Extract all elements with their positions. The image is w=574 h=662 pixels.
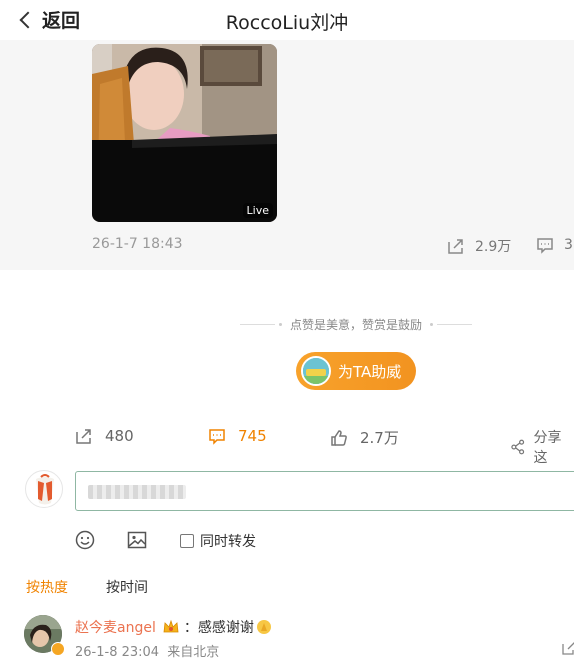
reward-slogan: 点赞是美意，赞赏是鼓励 (240, 316, 472, 333)
also-repost-checkbox[interactable]: 同时转发 (180, 531, 256, 551)
emoji-icon (75, 530, 95, 550)
forward-icon (448, 239, 463, 254)
comment-icon (537, 238, 553, 254)
comment-count: 745 (238, 427, 267, 445)
share-button[interactable]: 分享这 (510, 427, 574, 467)
repost-forward-button[interactable]: 2.9万 (447, 236, 511, 256)
my-avatar[interactable] (25, 470, 63, 508)
reward-button[interactable]: 为TA助威 (296, 352, 416, 390)
comment-time: 26-1-8 23:04 (75, 645, 160, 660)
photo-image (92, 44, 277, 222)
reward-button-label: 为TA助威 (338, 362, 402, 381)
checkbox-box[interactable] (180, 534, 194, 548)
tab-by-time[interactable]: 按时间 (106, 577, 148, 597)
like-count: 2.7万 (360, 429, 399, 447)
image-icon (127, 531, 147, 549)
share-icon (511, 439, 525, 455)
reward-avatar (301, 356, 331, 386)
comment-source: 来自北京 (167, 645, 220, 660)
comment-text: ：感感谢谢 (183, 620, 254, 636)
divider (436, 324, 472, 325)
reposted-post: Live 26-1-7 18:43 2.9万 3 (0, 40, 574, 270)
blurred-placeholder (88, 485, 186, 499)
comment-reply-button[interactable] (562, 640, 574, 659)
repost-timestamp: 26-1-7 18:43 (92, 236, 183, 252)
thumbs-up-icon (331, 429, 347, 446)
comment-username[interactable]: 赵今麦angel (75, 617, 156, 637)
share-label: 分享这 (533, 430, 562, 466)
comment-button[interactable]: 745 (208, 427, 267, 445)
also-repost-label: 同时转发 (200, 534, 256, 550)
forward-count: 480 (105, 427, 134, 445)
comment-icon (209, 429, 225, 445)
like-button[interactable]: 2.7万 (330, 427, 399, 448)
repost-comment-count: 3 (564, 237, 573, 253)
post-live-photo[interactable]: Live (92, 44, 277, 222)
tab-by-popularity[interactable]: 按热度 (26, 577, 68, 597)
page-title: RoccoLiu刘冲 (225, 12, 349, 34)
divider (240, 324, 276, 325)
forward-button[interactable]: 480 (75, 427, 134, 445)
verified-badge-icon (51, 642, 65, 656)
live-badge: Live (242, 203, 273, 218)
comment-meta: 26-1-8 23:04 来自北京 (75, 641, 219, 660)
top-bar: 返回 RoccoLiu刘冲 (0, 0, 574, 40)
divider-dot (430, 323, 433, 326)
praying-emoji-icon (256, 620, 271, 634)
emoji-button[interactable] (75, 530, 95, 554)
comment-line: 赵今麦angel ：感感谢谢 (75, 617, 272, 637)
reply-icon (562, 642, 574, 655)
forward-icon (76, 429, 91, 444)
repost-comment-button[interactable]: 3 (536, 236, 573, 254)
crown-icon (163, 619, 179, 633)
image-button[interactable] (127, 530, 147, 554)
comment-input[interactable] (75, 471, 574, 511)
divider-dot (279, 323, 282, 326)
reward-slogan-text: 点赞是美意，赞赏是鼓励 (289, 318, 422, 332)
repost-forward-count: 2.9万 (475, 239, 512, 255)
